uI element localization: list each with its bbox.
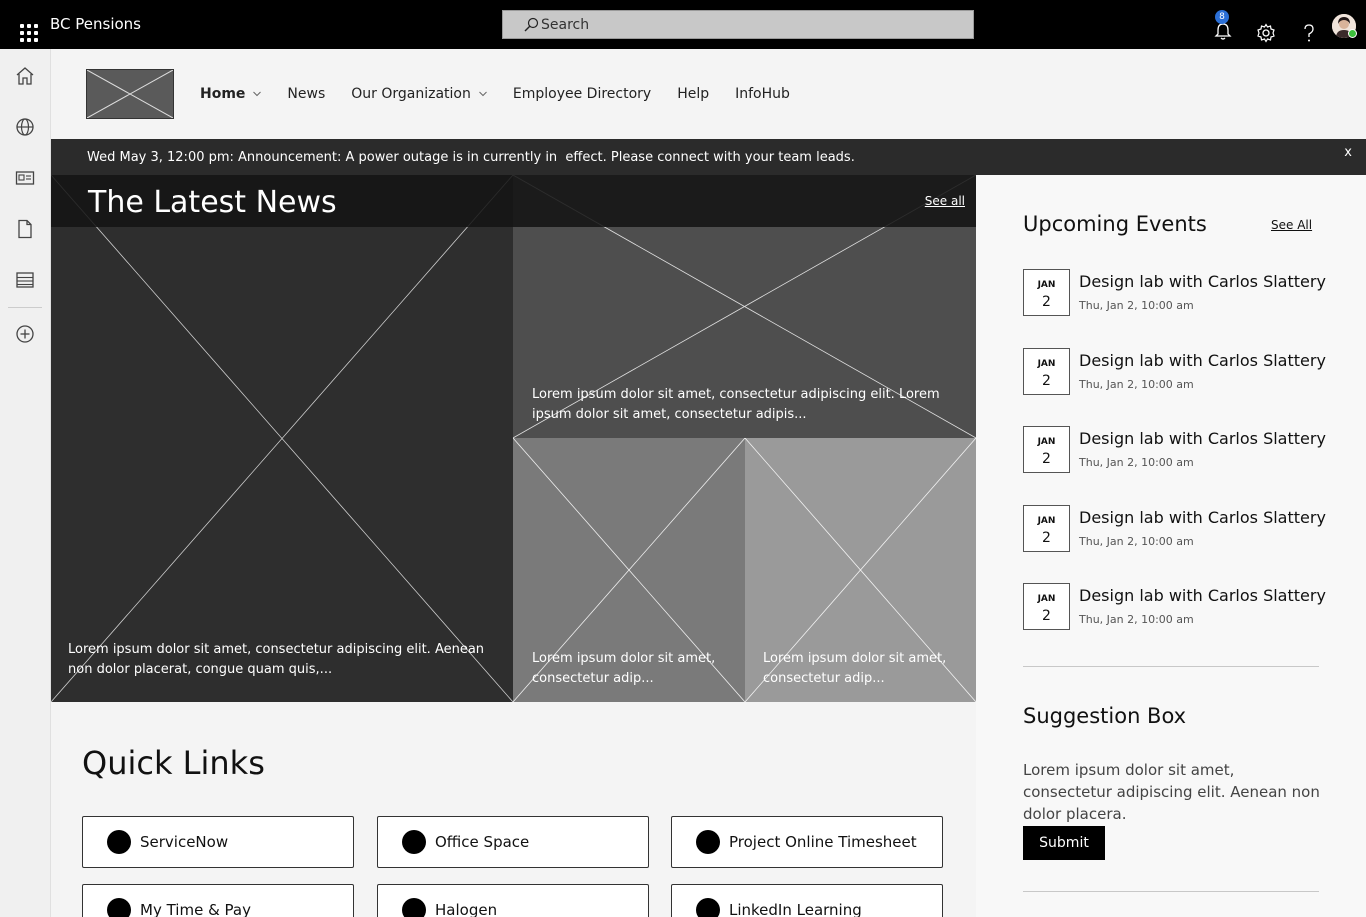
event-item[interactable]: JAN 2 Design lab with Carlos Slattery Th…	[1023, 426, 1326, 474]
news-caption: Lorem ipsum dolor sit amet, consectetur …	[763, 651, 947, 686]
event-item[interactable]: JAN 2 Design lab with Carlos Slattery Th…	[1023, 348, 1326, 396]
notification-badge: 8	[1215, 10, 1229, 24]
announcement-close-button[interactable]: x	[1344, 145, 1352, 160]
news-header: The Latest News See all	[51, 175, 976, 227]
news-tile-bottom-left[interactable]: Lorem ipsum dolor sit amet, consectetur …	[513, 438, 745, 702]
event-item[interactable]: JAN 2 Design lab with Carlos Slattery Th…	[1023, 505, 1326, 553]
link-icon	[696, 830, 720, 854]
event-title: Design lab with Carlos Slattery	[1079, 429, 1326, 448]
event-date: JAN 2	[1023, 505, 1070, 552]
event-time: Thu, Jan 2, 10:00 am	[1079, 613, 1194, 626]
news-caption: Lorem ipsum dolor sit amet, consectetur …	[532, 651, 716, 686]
news-see-all-link[interactable]: See all	[925, 194, 965, 208]
event-time: Thu, Jan 2, 10:00 am	[1079, 456, 1194, 469]
right-column: Upcoming Events See All JAN 2 Design lab…	[976, 175, 1366, 917]
announcement-banner: Wed May 3, 12:00 pm: Announcement: A pow…	[51, 139, 1366, 175]
chevron-down-icon	[253, 91, 262, 97]
event-date: JAN 2	[1023, 269, 1070, 316]
nav-item-news[interactable]: News	[287, 86, 325, 102]
link-icon	[107, 830, 131, 854]
site-navigation: Home News Our Organization Employee Dire…	[200, 86, 816, 102]
event-time: Thu, Jan 2, 10:00 am	[1079, 535, 1194, 548]
site-logo[interactable]	[86, 69, 174, 119]
search-icon	[524, 17, 539, 31]
rail-divider	[8, 307, 42, 308]
event-time: Thu, Jan 2, 10:00 am	[1079, 378, 1194, 391]
search-placeholder: Search	[541, 16, 590, 33]
news-caption: Lorem ipsum dolor sit amet, consectetur …	[68, 642, 485, 677]
section-divider	[1023, 891, 1319, 892]
document-icon[interactable]	[15, 219, 35, 239]
event-date: JAN 2	[1023, 426, 1070, 473]
suite-bar: BC Pensions Search 8	[0, 0, 1366, 49]
news-icon[interactable]	[15, 168, 35, 188]
event-title: Design lab with Carlos Slattery	[1079, 586, 1326, 605]
news-section: Lorem ipsum dolor sit amet, consectetur …	[51, 175, 976, 702]
event-date: JAN 2	[1023, 583, 1070, 630]
search-box[interactable]: Search	[502, 10, 974, 39]
quick-link-project-online-timesheet[interactable]: Project Online Timesheet	[671, 816, 943, 868]
nav-item-help[interactable]: Help	[677, 86, 709, 102]
add-icon[interactable]	[15, 324, 35, 344]
app-title[interactable]: BC Pensions	[50, 15, 141, 33]
app-launcher-icon[interactable]	[20, 24, 38, 42]
events-title: Upcoming Events	[1023, 212, 1207, 236]
event-item[interactable]: JAN 2 Design lab with Carlos Slattery Th…	[1023, 269, 1326, 317]
nav-item-employee-directory[interactable]: Employee Directory	[513, 86, 651, 102]
link-icon	[402, 830, 426, 854]
quick-link-office-space[interactable]: Office Space	[377, 816, 649, 868]
nav-item-home[interactable]: Home	[200, 86, 262, 102]
news-title: The Latest News	[88, 185, 337, 220]
suggestion-box-text: Lorem ipsum dolor sit amet, consectetur …	[1023, 761, 1320, 823]
news-caption: Lorem ipsum dolor sit amet, consectetur …	[532, 387, 940, 422]
quick-link-halogen[interactable]: Halogen	[377, 884, 649, 917]
section-divider	[1023, 666, 1319, 667]
event-title: Design lab with Carlos Slattery	[1079, 508, 1326, 527]
list-icon[interactable]	[15, 270, 35, 290]
events-see-all-link[interactable]: See All	[1271, 218, 1312, 232]
app-rail	[0, 49, 51, 917]
suggestion-box-title: Suggestion Box	[1023, 704, 1187, 728]
home-icon[interactable]	[15, 66, 35, 86]
nav-item-infohub[interactable]: InfoHub	[735, 86, 790, 102]
event-time: Thu, Jan 2, 10:00 am	[1079, 299, 1194, 312]
presence-indicator	[1348, 29, 1357, 38]
gear-icon[interactable]	[1256, 22, 1276, 44]
quick-links-title: Quick Links	[82, 744, 265, 782]
news-tile-bottom-right[interactable]: Lorem ipsum dolor sit amet, consectetur …	[745, 438, 976, 702]
event-title: Design lab with Carlos Slattery	[1079, 272, 1326, 291]
news-tile-main[interactable]: Lorem ipsum dolor sit amet, consectetur …	[51, 175, 513, 702]
submit-button[interactable]: Submit	[1023, 826, 1105, 860]
nav-item-our-organization[interactable]: Our Organization	[351, 86, 487, 102]
quick-link-linkedin-learning[interactable]: LinkedIn Learning	[671, 884, 943, 917]
event-title: Design lab with Carlos Slattery	[1079, 351, 1326, 370]
quick-link-my-time-pay[interactable]: My Time & Pay	[82, 884, 354, 917]
event-item[interactable]: JAN 2 Design lab with Carlos Slattery Th…	[1023, 583, 1326, 631]
chevron-down-icon	[479, 91, 487, 97]
site-header: Home News Our Organization Employee Dire…	[51, 49, 1366, 139]
quick-link-servicenow[interactable]: ServiceNow	[82, 816, 354, 868]
event-date: JAN 2	[1023, 348, 1070, 395]
globe-icon[interactable]	[15, 117, 35, 137]
quick-links-section: Quick Links ServiceNow Office Space Proj…	[51, 702, 976, 917]
link-icon	[107, 898, 131, 917]
announcement-text: Wed May 3, 12:00 pm: Announcement: A pow…	[87, 150, 855, 165]
link-icon	[402, 898, 426, 917]
help-icon[interactable]	[1299, 22, 1319, 44]
link-icon	[696, 898, 720, 917]
